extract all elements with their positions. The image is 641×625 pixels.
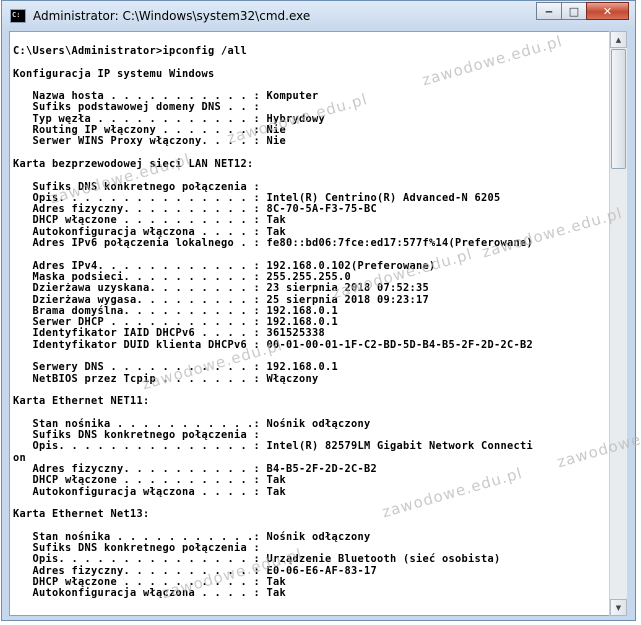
window-controls: ‒ □ ✕ xyxy=(536,2,629,21)
cmd-window: C: Administrator: C:\Windows\system32\cm… xyxy=(1,0,636,621)
vertical-scrollbar[interactable]: ▲ ▼ xyxy=(609,31,627,616)
scroll-up-arrow-icon[interactable]: ▲ xyxy=(610,31,627,48)
maximize-icon[interactable]: □ xyxy=(561,2,587,20)
minimize-icon[interactable]: ‒ xyxy=(536,2,562,20)
console-output[interactable]: C:\Users\Administrator>ipconfig /all Kon… xyxy=(9,31,611,616)
window-title: Administrator: C:\Windows\system32\cmd.e… xyxy=(33,9,311,23)
scroll-down-arrow-icon[interactable]: ▼ xyxy=(610,599,627,616)
scrollbar-thumb[interactable] xyxy=(611,49,626,169)
close-icon[interactable]: ✕ xyxy=(586,2,629,20)
cmd-icon: C: xyxy=(10,9,26,23)
console-text: C:\Users\Administrator>ipconfig /all Kon… xyxy=(13,45,533,600)
title-bar[interactable]: C: Administrator: C:\Windows\system32\cm… xyxy=(2,1,635,31)
